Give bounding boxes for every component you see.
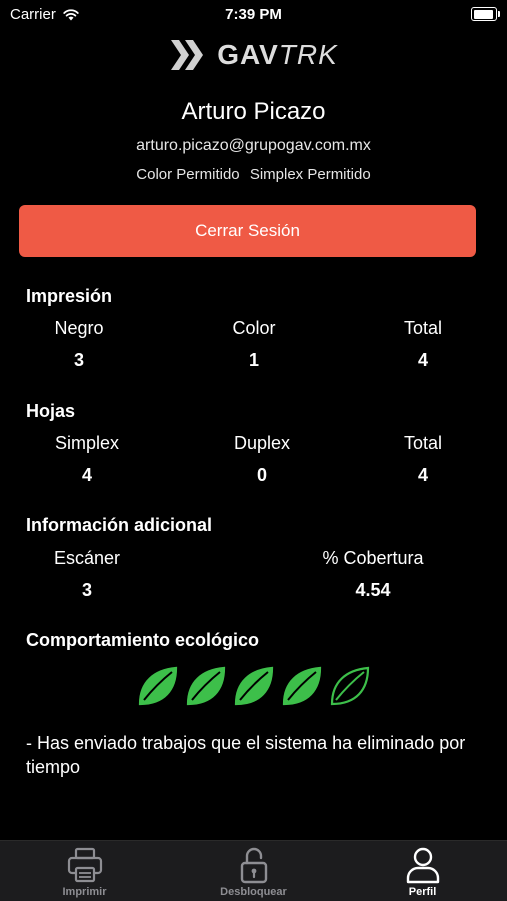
tab-perfil-label: Perfil xyxy=(408,886,437,898)
unlock-icon xyxy=(240,847,267,884)
eco-message: - Has enviado trabajos que el sistema ha… xyxy=(26,733,466,777)
leaf-outline-icon xyxy=(330,666,369,706)
info-title: Información adicional xyxy=(26,515,213,535)
hojas-title: Hojas xyxy=(26,401,76,421)
permission-color: Color Permitido xyxy=(136,166,240,183)
leaf-filled-icon xyxy=(186,666,225,706)
tab-bar: Imprimir Desbloquear Perfil xyxy=(0,840,507,901)
cobertura-label: % Cobertura xyxy=(322,548,424,568)
tab-imprimir-label: Imprimir xyxy=(62,886,107,898)
user-name: Arturo Picazo xyxy=(181,98,326,125)
duplex-label: Duplex xyxy=(233,433,291,453)
hojas-total-value: 4 xyxy=(417,465,429,485)
permissions: Color Permitido Simplex Permitido xyxy=(0,166,507,183)
battery-level xyxy=(473,9,493,19)
leaf-filled-icon xyxy=(234,666,273,706)
tab-perfil[interactable]: Perfil xyxy=(338,841,507,901)
user-email: arturo.picazo@grupogav.com.mx xyxy=(136,137,371,154)
color-value: 1 xyxy=(248,350,260,370)
printer-icon xyxy=(67,847,102,883)
eco-rating xyxy=(0,664,507,708)
impresion-total-value: 4 xyxy=(417,350,429,370)
chevron-logo-icon xyxy=(171,40,204,70)
cobertura-value: 4.54 xyxy=(355,580,391,600)
app-logo: GAVTRK xyxy=(0,38,507,72)
negro-value: 3 xyxy=(73,350,85,370)
impresion-title: Impresión xyxy=(26,286,113,306)
simplex-label: Simplex xyxy=(54,433,120,453)
battery-icon xyxy=(471,7,500,21)
person-icon xyxy=(406,847,439,884)
impresion-total-label: Total xyxy=(403,318,443,338)
tab-desbloquear[interactable]: Desbloquear xyxy=(169,841,338,901)
tab-imprimir[interactable]: Imprimir xyxy=(0,841,169,901)
escaner-label: Escáner xyxy=(53,548,121,568)
status-time: 7:39 PM xyxy=(225,6,282,23)
logout-button[interactable]: Cerrar Sesión xyxy=(19,205,476,257)
eco-title: Comportamiento ecológico xyxy=(26,630,260,650)
leaf-filled-icon xyxy=(282,666,321,706)
leaf-filled-icon xyxy=(138,666,177,706)
tab-desbloquear-label: Desbloquear xyxy=(220,886,287,898)
status-bar: Carrier 7:39 PM xyxy=(0,0,507,30)
hojas-total-label: Total xyxy=(403,433,443,453)
negro-label: Negro xyxy=(54,318,104,338)
escaner-value: 3 xyxy=(81,580,93,600)
color-label: Color xyxy=(232,318,276,338)
permission-simplex: Simplex Permitido xyxy=(249,166,371,183)
simplex-value: 4 xyxy=(81,465,93,485)
logo-wordmark: GAVTRK xyxy=(217,39,338,70)
duplex-value: 0 xyxy=(256,465,268,485)
